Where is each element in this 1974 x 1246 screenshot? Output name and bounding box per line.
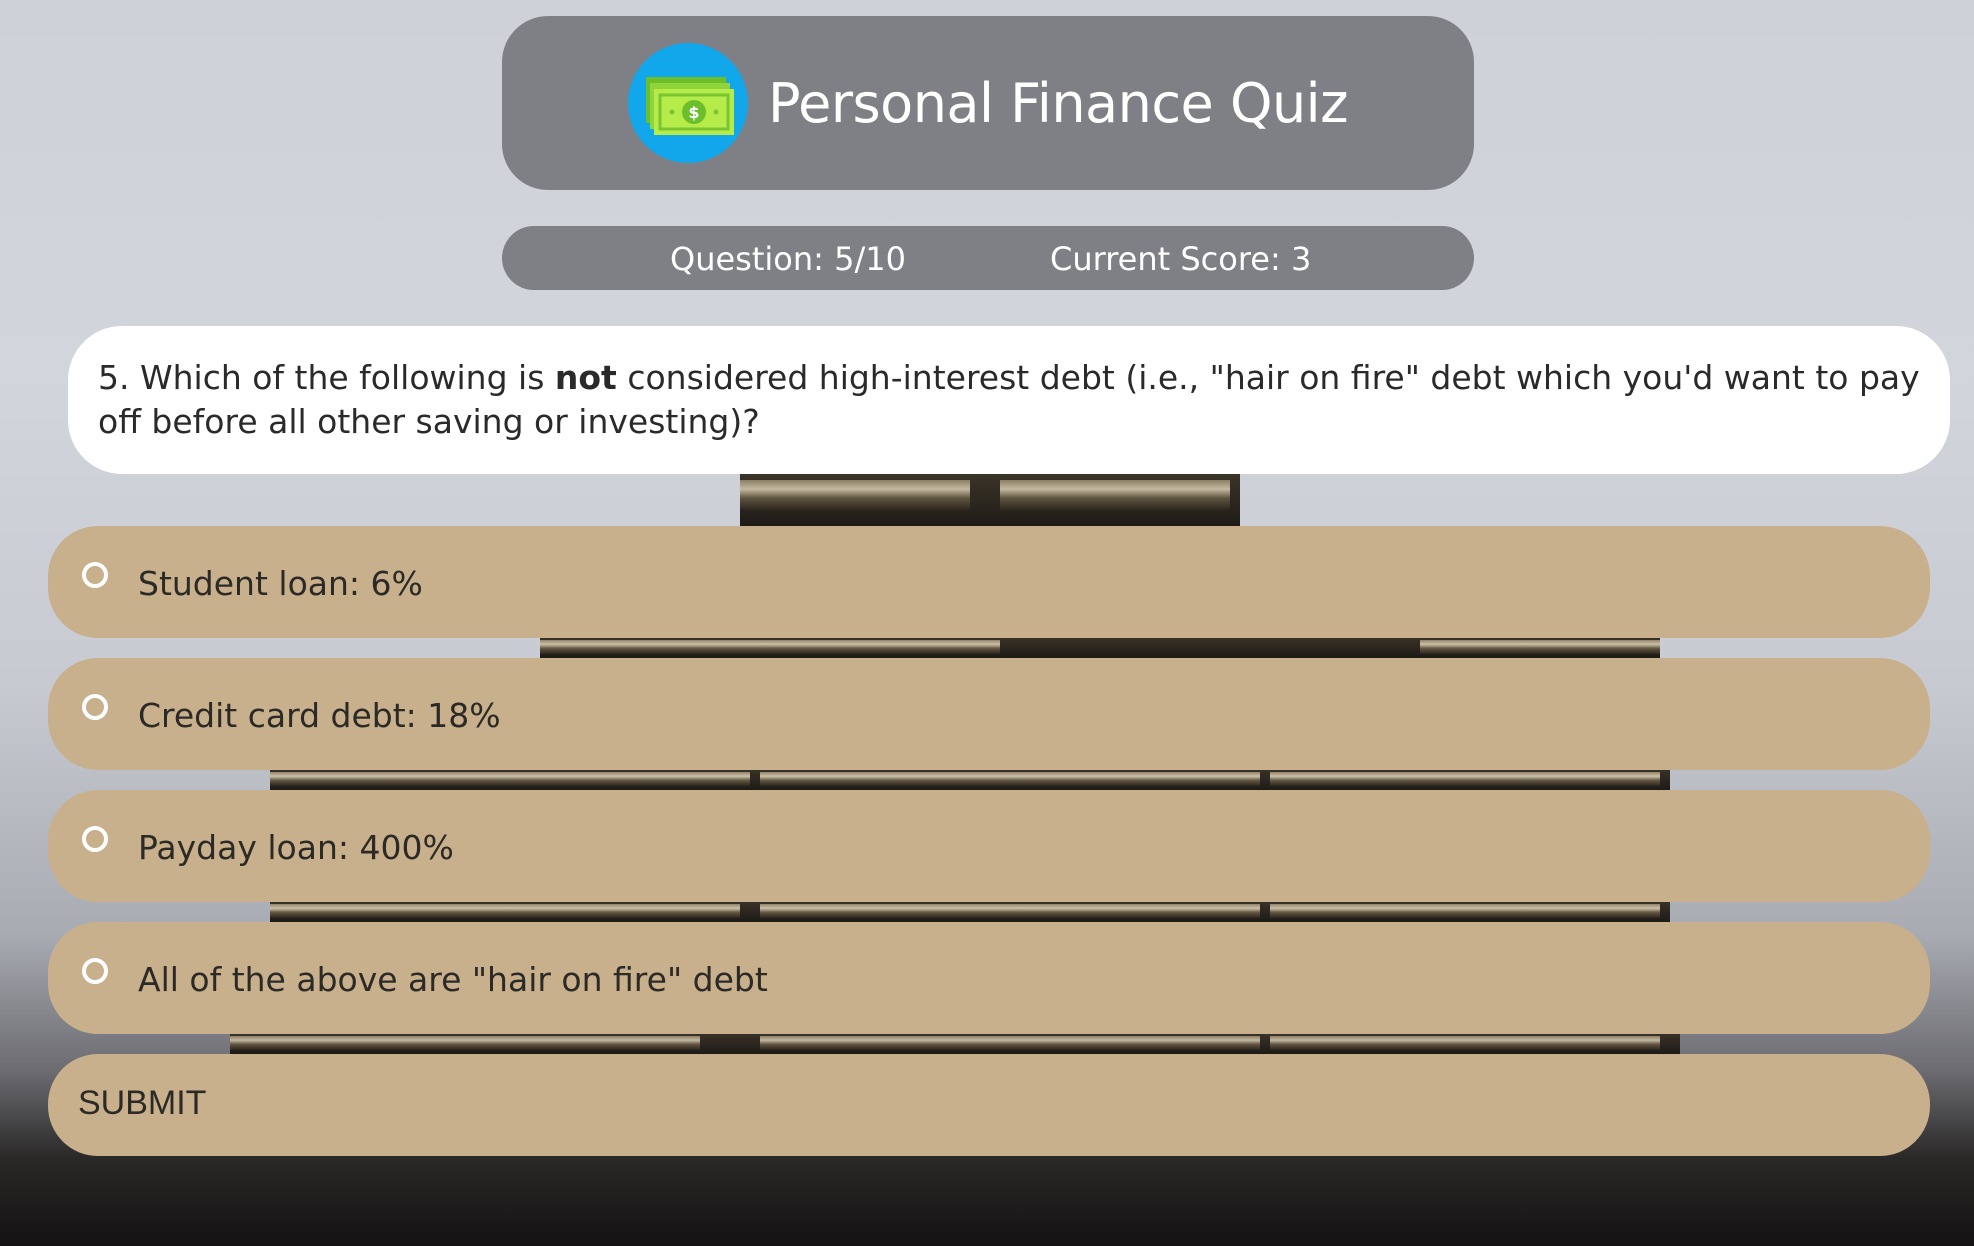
- answer-option-1[interactable]: Student loan: 6%: [48, 526, 1930, 638]
- question-card: 5. Which of the following is not conside…: [68, 326, 1950, 474]
- page-title: Personal Finance Quiz: [767, 71, 1349, 135]
- radio-button[interactable]: [82, 826, 108, 852]
- answer-option-label: Credit card debt: 18%: [138, 696, 501, 735]
- answer-option-2[interactable]: Credit card debt: 18%: [48, 658, 1930, 770]
- answer-option-4[interactable]: All of the above are "hair on fire" debt: [48, 922, 1930, 1034]
- radio-button[interactable]: [82, 958, 108, 984]
- question-text-prefix: 5. Which of the following is: [98, 358, 555, 397]
- question-counter: Question: 5/10: [670, 240, 906, 278]
- submit-button[interactable]: SUBMIT: [48, 1054, 1930, 1156]
- answer-option-3[interactable]: Payday loan: 400%: [48, 790, 1930, 902]
- answer-option-label: Student loan: 6%: [138, 564, 423, 603]
- submit-button-label: SUBMIT: [78, 1084, 207, 1122]
- quiz-status-bar: Question: 5/10 Current Score: 3: [502, 226, 1474, 290]
- current-score: Current Score: 3: [1050, 240, 1312, 278]
- question-text-emphasis: not: [554, 358, 617, 397]
- answer-option-label: Payday loan: 400%: [138, 828, 454, 867]
- answer-option-label: All of the above are "hair on fire" debt: [138, 960, 768, 999]
- app-header: $ Personal Finance Quiz: [502, 16, 1474, 190]
- svg-text:$: $: [688, 103, 699, 122]
- radio-button[interactable]: [82, 562, 108, 588]
- cash-money-icon: $: [627, 43, 748, 163]
- radio-button[interactable]: [82, 694, 108, 720]
